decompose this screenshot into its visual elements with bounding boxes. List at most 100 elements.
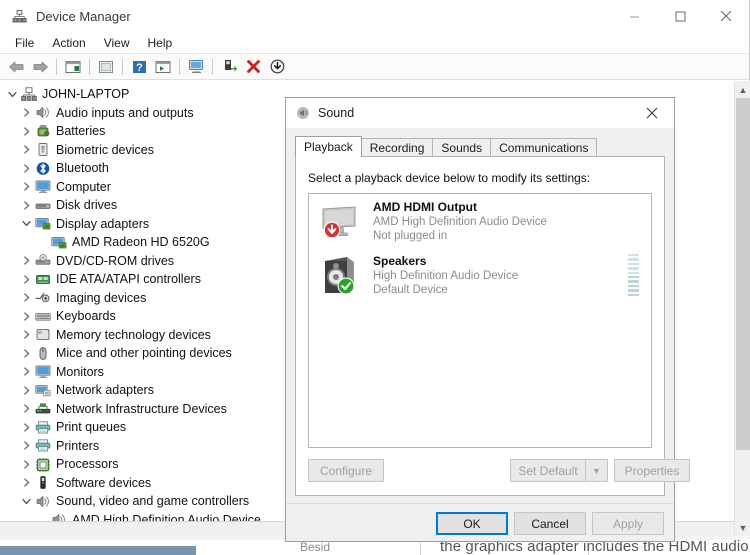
display-adapter-icon: [50, 234, 67, 250]
maximize-button[interactable]: [657, 0, 703, 32]
disable-device-button[interactable]: [265, 56, 289, 78]
chevron-right-icon[interactable]: [18, 271, 34, 287]
tree-item-label: Network Infrastructure Devices: [56, 401, 227, 416]
camera-icon: [34, 290, 51, 306]
disk-drive-icon: [34, 197, 51, 213]
show-hidden-devices-button[interactable]: [151, 56, 175, 78]
chevron-right-icon[interactable]: [18, 253, 34, 269]
tree-item-label: Mice and other pointing devices: [56, 346, 232, 360]
list-item[interactable]: AMD HDMI Output AMD High Definition Audi…: [309, 194, 651, 248]
set-default-dropdown-button[interactable]: ▼: [586, 459, 608, 482]
tab-playback[interactable]: Playback: [295, 136, 362, 157]
printer-icon: [34, 419, 51, 435]
scroll-down-arrow[interactable]: ▼: [735, 519, 750, 536]
chevron-right-icon[interactable]: [18, 197, 34, 213]
chevron-down-icon: ▼: [592, 465, 601, 476]
fingerprint-icon: [34, 142, 51, 158]
chevron-down-icon[interactable]: [4, 86, 20, 102]
playback-device-list[interactable]: AMD HDMI Output AMD High Definition Audi…: [308, 193, 652, 448]
tree-item-label: JOHN-LAPTOP: [42, 87, 130, 101]
scan-hardware-button[interactable]: [184, 56, 208, 78]
chevron-right-icon[interactable]: [18, 327, 34, 343]
apply-button[interactable]: Apply: [592, 512, 664, 535]
tree-item-label: Imaging devices: [56, 290, 147, 305]
chevron-right-icon[interactable]: [18, 456, 34, 472]
chevron-right-icon[interactable]: [18, 179, 34, 195]
tab-sounds[interactable]: Sounds: [432, 138, 492, 157]
monitor-icon: [34, 179, 51, 195]
tab-recording[interactable]: Recording: [360, 138, 434, 157]
chevron-right-icon[interactable]: [18, 419, 34, 435]
chevron-right-icon[interactable]: [18, 142, 34, 158]
uninstall-device-button[interactable]: [241, 56, 265, 78]
menu-item-file[interactable]: File: [6, 34, 43, 52]
speaker-icon: [34, 105, 51, 121]
chevron-right-icon[interactable]: [18, 290, 34, 306]
set-default-button-label: Set Default: [518, 463, 578, 478]
sound-dialog-titlebar[interactable]: Sound: [286, 98, 674, 128]
optical-drive-icon: [34, 253, 51, 269]
set-default-button[interactable]: Set Default: [510, 459, 586, 482]
volume-meter: [628, 253, 639, 296]
ide-controller-icon: [34, 271, 51, 287]
tree-item-label: DVD/CD-ROM drives: [56, 253, 175, 268]
device-driver: AMD High Definition Audio Device: [373, 215, 547, 228]
sound-dialog-body: Playback Recording Sounds Communications…: [286, 128, 690, 541]
chevron-right-icon[interactable]: [18, 105, 34, 121]
battery-icon: [34, 123, 51, 139]
toolbar-separator-5: [212, 58, 213, 75]
chevron-right-icon[interactable]: [18, 123, 34, 139]
sound-dialog-close-button[interactable]: [630, 98, 674, 128]
playback-tab-panel: Select a playback device below to modify…: [295, 156, 690, 496]
chevron-right-icon[interactable]: [18, 475, 34, 491]
chevron-right-icon[interactable]: [18, 308, 34, 324]
chevron-right-icon[interactable]: [18, 364, 34, 380]
device-name: Speakers: [373, 253, 427, 268]
device-manager-icon: [10, 7, 28, 25]
sound-dialog-footer: OK Cancel Apply: [286, 503, 674, 541]
chevron-down-icon[interactable]: [18, 216, 34, 232]
tree-item-label: Memory technology devices: [56, 327, 211, 342]
tree-item-label: Bluetooth: [56, 161, 109, 175]
keyboard-icon: [34, 308, 51, 324]
tree-item-label: AMD Radeon HD 6520G: [72, 235, 210, 249]
device-manager-scrollbar[interactable]: ▲ ▼: [734, 81, 750, 536]
enable-device-button[interactable]: [217, 56, 241, 78]
properties-button[interactable]: Properties: [614, 459, 690, 482]
memory-card-icon: [34, 327, 51, 343]
update-driver-button[interactable]: [94, 56, 118, 78]
scroll-up-arrow[interactable]: ▲: [735, 81, 750, 98]
device-manager-titlebar[interactable]: Device Manager: [0, 0, 749, 32]
menu-item-action[interactable]: Action: [43, 34, 94, 52]
properties-button[interactable]: [61, 56, 85, 78]
chevron-right-icon[interactable]: [18, 401, 34, 417]
tree-item-label: Print queues: [56, 420, 127, 434]
cancel-button[interactable]: Cancel: [514, 512, 586, 535]
minimize-button[interactable]: [611, 0, 657, 32]
help-button[interactable]: ?: [127, 56, 151, 78]
chevron-right-icon[interactable]: [18, 382, 34, 398]
forward-button[interactable]: [28, 56, 52, 78]
chevron-right-icon[interactable]: [18, 438, 34, 454]
tab-communications[interactable]: Communications: [490, 138, 598, 157]
tree-item-label: Audio inputs and outputs: [56, 105, 194, 120]
ok-button[interactable]: OK: [436, 512, 508, 535]
back-button[interactable]: [4, 56, 28, 78]
menu-item-view[interactable]: View: [95, 34, 139, 52]
scrollbar-thumb[interactable]: [736, 98, 750, 450]
list-item[interactable]: Speakers High Definition Audio Device De…: [309, 248, 651, 302]
tree-item-label: Keyboards: [56, 309, 116, 323]
menu-bar: File Action View Help: [0, 32, 749, 54]
bluetooth-icon: [34, 160, 51, 176]
chevron-right-icon[interactable]: [18, 345, 34, 361]
ok-button-label: OK: [463, 516, 481, 531]
chevron-down-icon[interactable]: [18, 493, 34, 509]
close-button[interactable]: [703, 0, 749, 32]
toolbar: ?: [0, 54, 749, 80]
speaker-box-icon: [317, 253, 361, 297]
chevron-right-icon[interactable]: [18, 160, 34, 176]
svg-text:?: ?: [136, 62, 143, 74]
configure-button[interactable]: Configure: [308, 459, 384, 482]
menu-item-help[interactable]: Help: [139, 34, 182, 52]
toolbar-separator-1: [56, 58, 57, 75]
